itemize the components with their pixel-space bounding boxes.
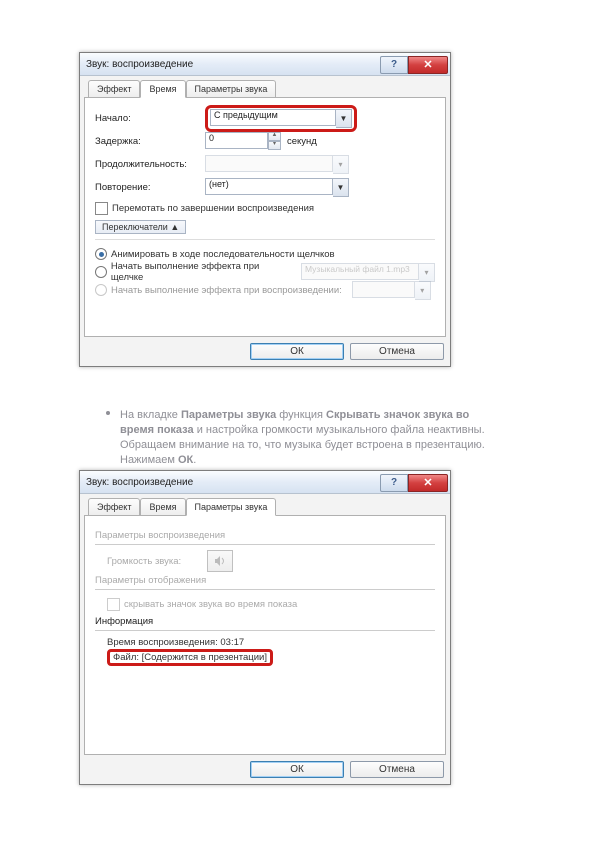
spin-down-icon[interactable]: ▾: [268, 141, 281, 150]
radio-animate-sequence[interactable]: [95, 248, 107, 260]
tabstrip: Эффект Время Параметры звука: [84, 80, 446, 98]
play-length-value: 03:17: [220, 637, 244, 648]
info-group-title: Информация: [95, 616, 435, 627]
play-target-dropdown: ▾: [352, 281, 431, 300]
ok-button[interactable]: ОК: [250, 343, 344, 360]
close-button[interactable]: ✕: [408, 474, 448, 492]
delay-spinner[interactable]: 0 ▲ ▾: [205, 132, 281, 150]
hide-icon-label: скрывать значок звука во время показа: [124, 599, 297, 610]
tab-panel-params: Параметры воспроизведения Громкость звук…: [84, 515, 446, 755]
volume-label: Громкость звука:: [107, 556, 207, 567]
speaker-icon: [214, 555, 226, 567]
display-group-title: Параметры отображения: [95, 575, 435, 586]
volume-button: [207, 550, 233, 572]
repeat-dropdown[interactable]: (нет) ▼: [205, 178, 349, 197]
radio-start-on-click-label: Начать выполнение эффекта при щелчке: [111, 261, 291, 283]
tab-sound-params[interactable]: Параметры звука: [186, 498, 277, 516]
cancel-button[interactable]: Отмена: [350, 343, 444, 360]
chevron-down-icon[interactable]: ▼: [333, 178, 349, 197]
start-value: С предыдущим: [210, 109, 336, 126]
radio-start-on-play-label: Начать выполнение эффекта при воспроизве…: [111, 285, 342, 296]
tab-time[interactable]: Время: [140, 498, 185, 516]
radio-start-on-play: [95, 284, 107, 296]
duration-dropdown: ▾: [205, 155, 349, 174]
bullet-icon: [106, 411, 110, 415]
tab-panel-time: Начало: С предыдущим ▼ Задержка: 0 ▲ ▾: [84, 97, 446, 337]
toggles-button[interactable]: Переключатели ▲: [95, 220, 186, 234]
play-target-value: [352, 281, 415, 298]
radio-start-on-click[interactable]: [95, 266, 107, 278]
rewind-checkbox[interactable]: [95, 202, 108, 215]
mid-text-3: функция: [276, 409, 326, 421]
help-button[interactable]: ?: [380, 56, 408, 74]
repeat-value: (нет): [205, 178, 333, 195]
dialog-title: Звук: воспроизведение: [86, 59, 193, 70]
mid-text-1: На вкладке: [120, 409, 181, 421]
titlebar: Звук: воспроизведение ? ✕: [80, 53, 450, 76]
ok-button[interactable]: ОК: [250, 761, 344, 778]
chevron-down-icon: ▾: [333, 155, 349, 174]
duration-label: Продолжительность:: [95, 159, 205, 170]
mid-text-7: .: [193, 454, 196, 466]
chevron-down-icon: ▾: [415, 281, 431, 300]
delay-label: Задержка:: [95, 136, 205, 147]
mid-text-2: Параметры звука: [181, 409, 276, 421]
repeat-label: Повторение:: [95, 182, 205, 193]
delay-value[interactable]: 0: [205, 132, 268, 149]
start-dropdown[interactable]: С предыдущим ▼: [210, 109, 352, 128]
tab-effect[interactable]: Эффект: [88, 80, 140, 98]
click-target-value: Музыкальный файл 1.mp3: [301, 263, 419, 280]
tab-sound-params[interactable]: Параметры звука: [186, 80, 277, 98]
click-target-dropdown: Музыкальный файл 1.mp3 ▾: [301, 263, 435, 282]
playback-group-title: Параметры воспроизведения: [95, 530, 435, 541]
radio-animate-sequence-label: Анимировать в ходе последовательности ще…: [111, 249, 335, 260]
play-length-label: Время воспроизведения:: [107, 637, 220, 648]
help-button[interactable]: ?: [380, 474, 408, 492]
rewind-label: Перемотать по завершении воспроизведения: [112, 203, 314, 214]
chevron-down-icon[interactable]: ▼: [336, 109, 352, 128]
start-highlight: С предыдущим ▼: [205, 105, 357, 132]
duration-value: [205, 155, 333, 172]
chevron-down-icon: ▾: [419, 263, 435, 282]
file-label: Файл:: [113, 652, 142, 663]
start-label: Начало:: [95, 113, 205, 124]
dialog-buttons: ОК Отмена: [80, 755, 450, 784]
dialog-title: Звук: воспроизведение: [86, 477, 193, 488]
hide-icon-checkbox: [107, 598, 120, 611]
tabstrip: Эффект Время Параметры звука: [84, 498, 446, 516]
close-button[interactable]: ✕: [408, 56, 448, 74]
delay-unit: секунд: [287, 136, 317, 147]
spin-up-icon[interactable]: ▲: [268, 132, 281, 141]
titlebar: Звук: воспроизведение ? ✕: [80, 471, 450, 494]
tab-time[interactable]: Время: [140, 80, 185, 98]
file-value: [Содержится в презентации]: [142, 652, 267, 663]
dialog-buttons: ОК Отмена: [80, 337, 450, 366]
dialog-params-tab: Звук: воспроизведение ? ✕ Эффект Время П…: [79, 470, 451, 785]
instruction-paragraph: На вкладке Параметры звука функция Скрыв…: [120, 408, 505, 467]
dialog-time-tab: Звук: воспроизведение ? ✕ Эффект Время П…: [79, 52, 451, 367]
tab-effect[interactable]: Эффект: [88, 498, 140, 516]
file-highlight: Файл: [Содержится в презентации]: [107, 649, 273, 666]
cancel-button[interactable]: Отмена: [350, 761, 444, 778]
mid-text-6: ОК: [178, 454, 193, 466]
